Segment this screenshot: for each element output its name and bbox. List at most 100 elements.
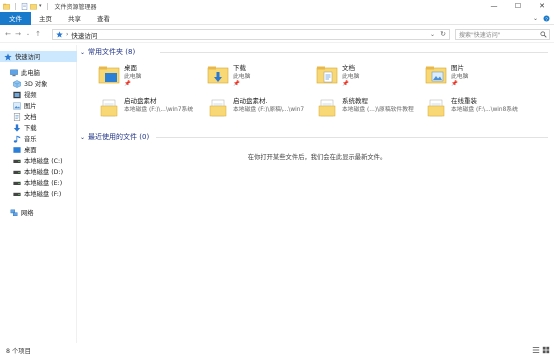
group-divider [160,52,548,53]
group-title: 常用文件夹 (8) [88,48,136,56]
refresh-icon[interactable]: ↻ [440,30,446,38]
sidebar-item-documents[interactable]: 文档 [0,111,77,122]
sidebar-item-label: 本地磁盘 (F:) [24,191,62,198]
search-input[interactable]: 搜索"快速访问" [459,30,501,39]
sidebar-item-label: 桌面 [24,147,37,154]
sidebar-item-pictures[interactable]: 图片 [0,100,77,111]
up-button[interactable]: ↑ [33,28,43,40]
sidebar-item-music[interactable]: 音乐 [0,133,77,144]
sidebar-item-label: 本地磁盘 (E:) [24,180,63,187]
recent-empty-message: 在你打开某些文件后，我们会在此显示最新文件。 [247,154,387,161]
properties-icon[interactable] [21,2,28,10]
maximize-button[interactable]: ☐ [506,0,530,12]
expand-ribbon-icon[interactable]: ⌄ [533,15,538,22]
content-pane: ⌄ 常用文件夹 (8) 桌面 此电脑 📌 下载 此电脑 📌 文档 此电脑 📌 图… [80,45,554,343]
folder-tile-boot-material-1[interactable]: 启动盘素材 本地磁盘 (F:)\...\win7系统 [98,97,206,123]
computer-icon [10,69,18,77]
folder-tile-online-reinstall[interactable]: 在线重装 本地磁盘 (F:\...\win8系统 [425,97,533,123]
folder-location: 此电脑 [233,74,251,80]
forward-button[interactable]: → [13,28,23,40]
sidebar-item-label: 此电脑 [21,70,40,77]
sidebar-item-desktop[interactable]: 桌面 [0,144,77,155]
details-view-icon[interactable] [532,346,540,354]
tab-share[interactable]: 共享 [60,12,89,25]
sidebar-item-3d-objects[interactable]: 3D 对象 [0,78,77,89]
address-bar[interactable]: › 快速访问 ⌄ ↻ [52,29,450,40]
window-title: 文件资源管理器 [54,3,97,11]
sidebar-item-label: 文档 [24,114,37,121]
folder-tile-desktop[interactable]: 桌面 此电脑 📌 [98,64,206,90]
close-button[interactable]: ✕ [530,0,554,12]
plain-folder-icon [316,97,338,119]
help-icon[interactable]: ? [543,15,550,22]
folder-tile-system-tutorial[interactable]: 系统教程 本地磁盘 (...)\原稿软件教程 [316,97,424,123]
folder-location: 本地磁盘 (F:\...\win8系统 [451,107,518,113]
sidebar-item-network[interactable]: 网络 [0,207,77,218]
folder-tile-downloads[interactable]: 下载 此电脑 📌 [207,64,315,90]
ribbon-right-controls: ⌄ ? [533,12,550,25]
breadcrumb-quick-access[interactable]: 快速访问 [71,30,97,40]
drive-icon [13,157,21,165]
drive-icon [13,190,21,198]
ribbon-tabs: 文件 主页 共享 查看 ⌄ ? [0,11,554,25]
navigation-bar: ← → ⌄ ↑ › 快速访问 ⌄ ↻ 搜索"快速访问" [0,26,554,43]
sidebar-item-drive-d[interactable]: 本地磁盘 (D:) [0,166,77,177]
sidebar-item-quick-access[interactable]: 快速访问 [0,51,77,62]
sidebar-item-downloads[interactable]: 下载 [0,122,77,133]
plain-folder-icon [425,97,447,119]
pin-icon: 📌 [124,81,131,87]
documents-folder-icon [316,64,338,86]
address-dropdown-icon[interactable]: ⌄ [430,31,435,38]
sidebar-item-label: 本地磁盘 (D:) [24,169,64,176]
download-icon [13,123,21,132]
sidebar-item-label: 快速访问 [15,54,41,61]
customize-dropdown-icon[interactable]: ▾ [39,3,42,9]
frequent-folders-header[interactable]: ⌄ 常用文件夹 (8) [80,46,554,58]
pin-icon: 📌 [451,81,458,87]
recent-files-header[interactable]: ⌄ 最近使用的文件 (0) [80,131,554,143]
folder-tile-documents[interactable]: 文档 此电脑 📌 [316,64,424,90]
svg-text:?: ? [545,16,548,22]
folder-name: 文档 [342,64,355,72]
sidebar-item-label: 图片 [24,103,37,110]
search-box[interactable]: 搜索"快速访问" [455,29,550,40]
sidebar-item-this-pc[interactable]: 此电脑 [0,67,77,78]
folder-name: 在线重装 [451,97,477,105]
search-icon [540,31,547,38]
folder-name: 启动盘素材. [233,97,268,105]
sidebar-item-drive-c[interactable]: 本地磁盘 (C:) [0,155,77,166]
sidebar-item-label: 本地磁盘 (C:) [24,158,63,165]
tab-home[interactable]: 主页 [31,12,60,25]
desktop-folder-icon [98,64,120,86]
tab-file[interactable]: 文件 [0,11,31,25]
sidebar-item-label: 3D 对象 [24,81,48,88]
large-icons-view-icon[interactable] [542,346,550,354]
sidebar-item-label: 视频 [24,92,37,99]
folder-location: 此电脑 [451,74,469,80]
folder-tile-boot-material-2[interactable]: 启动盘素材. 本地磁盘 (F:)\原稿\...\win7 [207,97,315,123]
new-folder-icon[interactable] [30,3,37,10]
pictures-folder-icon [425,64,447,86]
collapse-chevron-icon[interactable]: ⌄ [80,49,85,56]
minimize-button[interactable]: — [482,0,506,12]
folder-location: 本地磁盘 (...)\原稿软件教程 [342,107,414,113]
sidebar-item-drive-f[interactable]: 本地磁盘 (F:) [0,188,77,199]
sidebar-item-videos[interactable]: 视频 [0,89,77,100]
pin-icon: 📌 [233,81,240,87]
sidebar-item-label: 网络 [21,210,34,217]
cube-icon [13,79,21,88]
tab-view[interactable]: 查看 [89,12,118,25]
folder-name: 下载 [233,64,246,72]
pin-icon: 📌 [342,81,349,87]
desktop-icon [13,146,21,154]
folder-tile-pictures[interactable]: 图片 此电脑 📌 [425,64,533,90]
back-button[interactable]: ← [3,28,13,40]
video-icon [13,91,21,99]
breadcrumb-chevron-icon[interactable]: › [66,31,68,38]
recent-locations-button[interactable]: ⌄ [23,28,33,40]
collapse-chevron-icon[interactable]: ⌄ [80,134,85,141]
group-title: 最近使用的文件 (0) [88,133,150,141]
sidebar-item-drive-e[interactable]: 本地磁盘 (E:) [0,177,77,188]
folder-location: 本地磁盘 (F:)\...\win7系统 [124,107,194,113]
sidebar-item-label: 下载 [24,125,37,132]
